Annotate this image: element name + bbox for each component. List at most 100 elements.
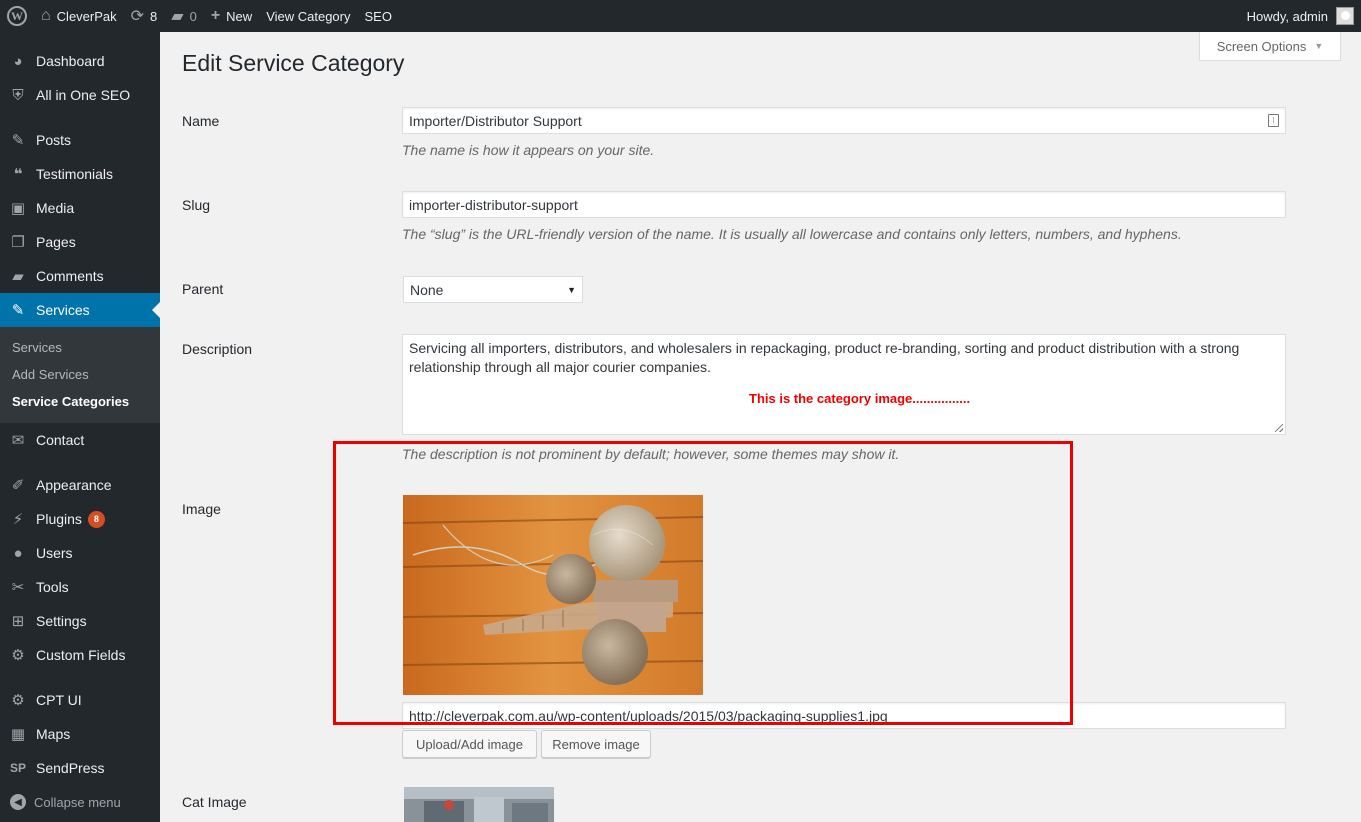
sidebar-item-label: SendPress	[36, 760, 105, 776]
pin-icon: ✎	[11, 132, 25, 149]
sidebar-item-label: All in One SEO	[36, 87, 131, 103]
screen-options-button[interactable]: Screen Options ▼	[1199, 32, 1341, 61]
new-content-link[interactable]: + New	[204, 0, 259, 32]
chevron-down-icon: ▼	[1314, 41, 1324, 51]
collapse-label: Collapse menu	[34, 794, 121, 810]
comments-link[interactable]: ▰ 0	[164, 0, 204, 32]
sidebar-item-label: Maps	[36, 726, 71, 742]
pin-icon: ✎	[11, 302, 25, 319]
description-label: Description	[182, 341, 253, 357]
seo-link[interactable]: SEO	[358, 0, 399, 32]
mail-icon: ✉	[11, 432, 25, 449]
parent-select[interactable]: None ▼	[403, 276, 583, 303]
sidebar-item-sendpress[interactable]: SP SendPress	[0, 751, 160, 785]
sidebar-item-settings[interactable]: ⊞ Settings	[0, 604, 160, 638]
sidebar-item-label: Posts	[36, 132, 72, 148]
sidebar-item-users[interactable]: ● Users	[0, 536, 160, 570]
upload-add-image-button[interactable]: Upload/Add image	[402, 730, 537, 758]
sidebar-item-label: Tools	[36, 579, 69, 595]
slug-label: Slug	[182, 197, 211, 213]
sidebar-item-label: Comments	[36, 268, 104, 284]
sidebar-item-cpt-ui[interactable]: ⚙ CPT UI	[0, 683, 160, 717]
updates-count: 8	[150, 8, 158, 24]
sidebar-item-posts[interactable]: ✎ Posts	[0, 123, 160, 157]
sidebar-item-services[interactable]: ✎ Services	[0, 293, 160, 327]
sidebar-item-tools[interactable]: ✂ Tools	[0, 570, 160, 604]
media-icon: ▣	[10, 200, 26, 217]
plugins-update-badge: 8	[87, 510, 105, 528]
cat-image-preview	[404, 787, 554, 822]
image-label: Image	[182, 501, 221, 517]
submenu-item-services[interactable]: Services	[12, 340, 62, 355]
gear-icon: ⚙	[11, 647, 25, 664]
sidebar-item-comments[interactable]: ▰ Comments	[0, 259, 160, 293]
plus-icon: +	[210, 7, 221, 24]
collapse-arrow-icon: ◀	[10, 794, 26, 810]
wrench-icon: ✂	[11, 579, 25, 596]
sidebar-item-label: Appearance	[36, 477, 112, 493]
gear-icon: ⚙	[11, 692, 25, 709]
site-name: CleverPak	[56, 8, 117, 24]
name-value: Importer/Distributor Support	[409, 112, 582, 129]
cat-image-label: Cat Image	[182, 794, 247, 810]
sidebar-item-media[interactable]: ▣ Media	[0, 191, 160, 225]
sidebar-item-dashboard[interactable]: ◕ Dashboard	[0, 44, 160, 78]
screen-options-label: Screen Options	[1216, 38, 1307, 54]
new-label: New	[226, 8, 253, 24]
sidebar-item-pages[interactable]: ❐ Pages	[0, 225, 160, 259]
services-submenu: Services Add Services Service Categories	[0, 327, 160, 423]
annotation-text: This is the category image..............…	[749, 391, 971, 406]
cat-image-thumbnail	[404, 787, 554, 822]
pages-icon: ❐	[11, 234, 25, 251]
sidebar-item-label: Pages	[36, 234, 76, 250]
shield-icon: ⛨	[12, 86, 24, 104]
sidebar-item-label: Dashboard	[36, 53, 105, 69]
account-menu[interactable]: Howdy, admin	[1240, 0, 1361, 32]
parent-value: None	[410, 281, 444, 298]
slug-hint: The “slug” is the URL-friendly version o…	[402, 226, 1182, 242]
sidebar-item-maps[interactable]: ▦ Maps	[0, 717, 160, 751]
refresh-icon: ⟳	[130, 8, 145, 25]
admin-sidebar: ◕ Dashboard ⛨ All in One SEO ✎ Posts ❝ Testi…	[0, 32, 160, 822]
remove-image-button[interactable]: Remove image	[541, 730, 651, 758]
brush-icon: ✐	[11, 477, 25, 494]
page-title: Edit Service Category	[182, 50, 405, 76]
name-input[interactable]: Importer/Distributor Support ⁝	[402, 107, 1286, 134]
sidebar-item-label: Settings	[36, 613, 87, 629]
home-icon: ⌂	[41, 7, 51, 24]
sidebar-item-label: Testimonials	[36, 166, 114, 182]
avatar	[1336, 7, 1354, 25]
highlight-box	[333, 441, 1073, 725]
resize-handle-icon[interactable]	[1275, 424, 1283, 432]
updates-link[interactable]: ⟳ 8	[124, 0, 165, 32]
sidebar-item-label: CPT UI	[36, 692, 82, 708]
parent-label: Parent	[182, 281, 224, 297]
sidebar-item-custom-fields[interactable]: ⚙ Custom Fields	[0, 638, 160, 672]
map-icon: ▦	[10, 726, 26, 743]
slug-value: importer-distributor-support	[409, 196, 578, 213]
autofill-icon[interactable]: ⁝	[1268, 114, 1279, 127]
description-textarea[interactable]: Servicing all importers, distributors, a…	[402, 334, 1286, 435]
submenu-item-service-categories[interactable]: Service Categories	[12, 394, 129, 409]
sidebar-item-contact[interactable]: ✉ Contact	[0, 423, 160, 457]
sidebar-item-plugins[interactable]: ⚡ Plugins 8	[0, 502, 160, 536]
collapse-menu-button[interactable]: ◀ Collapse menu	[0, 785, 160, 819]
sidebar-item-appearance[interactable]: ✐ Appearance	[0, 468, 160, 502]
sidebar-item-testimonials[interactable]: ❝ Testimonials	[0, 157, 160, 191]
wordpress-logo-icon[interactable]: W	[0, 0, 34, 32]
sidebar-item-label: Plugins	[36, 511, 82, 527]
howdy-text: Howdy, admin	[1246, 8, 1328, 24]
site-name-link[interactable]: ⌂ CleverPak	[34, 0, 124, 32]
user-icon: ●	[13, 544, 23, 562]
sidebar-item-label: Media	[36, 200, 75, 216]
comments-count: 0	[189, 8, 197, 24]
view-category-link[interactable]: View Category	[259, 0, 357, 32]
submenu-item-add-services[interactable]: Add Services	[12, 367, 89, 382]
sidebar-item-label: Services	[36, 302, 90, 318]
name-label: Name	[182, 113, 220, 129]
sidebar-item-label: Custom Fields	[36, 647, 126, 663]
slug-input[interactable]: importer-distributor-support	[402, 191, 1286, 218]
dropdown-arrow-icon: ▼	[567, 284, 576, 295]
sidebar-item-all-in-one-seo[interactable]: ⛨ All in One SEO	[0, 78, 160, 112]
quote-icon: ❝	[13, 166, 23, 183]
